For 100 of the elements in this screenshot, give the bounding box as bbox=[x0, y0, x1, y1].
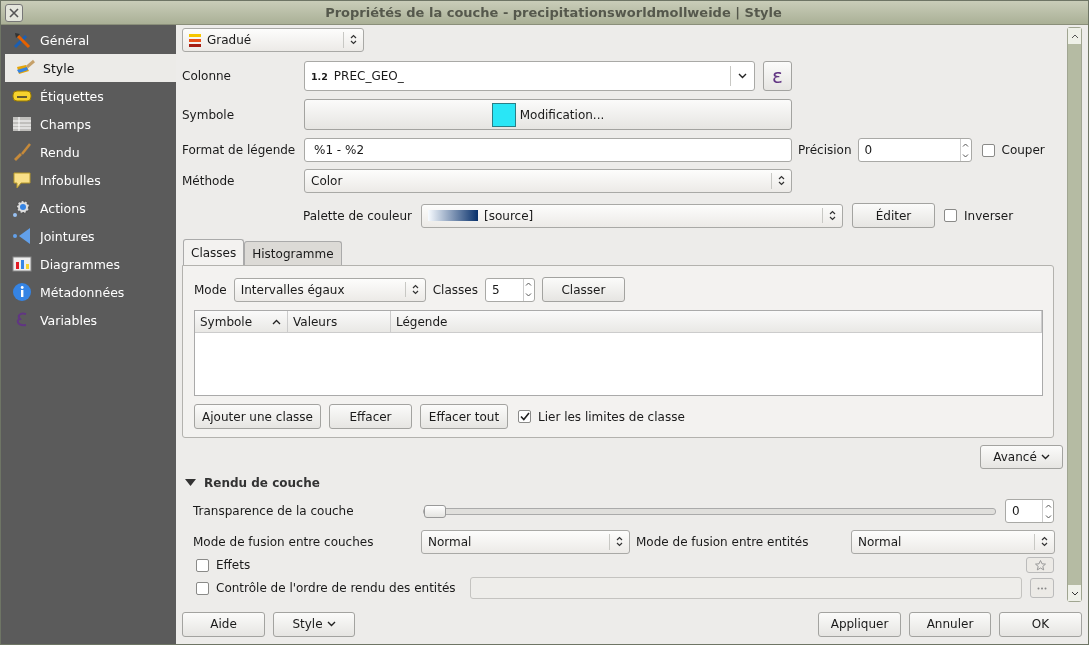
ellipsis-icon bbox=[1037, 586, 1047, 590]
table-icon bbox=[12, 114, 32, 134]
sidebar-item[interactable]: Métadonnées bbox=[5, 278, 176, 306]
mode-label: Mode bbox=[194, 282, 227, 297]
blend-dropdown[interactable]: Normal bbox=[421, 530, 630, 554]
sidebar-item[interactable]: Rendu bbox=[5, 138, 176, 166]
sidebar-item[interactable]: Étiquettes bbox=[5, 82, 176, 110]
sidebar-item[interactable]: Actions bbox=[5, 194, 176, 222]
edit-button[interactable]: Éditer bbox=[852, 203, 935, 228]
blend-dropdown[interactable]: Normal bbox=[851, 530, 1055, 554]
checkbox-label: Inverser bbox=[964, 208, 1014, 223]
sidebar-item[interactable]: Variables bbox=[5, 306, 176, 334]
arrow-icon bbox=[12, 226, 32, 246]
table-action-button[interactable]: Effacer bbox=[329, 404, 412, 429]
spin-down-icon[interactable] bbox=[525, 293, 533, 297]
ok-button[interactable]: OK bbox=[999, 611, 1082, 637]
window-title: Propriétés de la couche - precipitationsworldmollweide | Style bbox=[324, 5, 783, 20]
renderer-dropdown[interactable]: Gradué bbox=[182, 28, 364, 52]
classes-label: Classes bbox=[432, 282, 478, 297]
precision-spinbox[interactable]: 0 bbox=[857, 138, 972, 162]
checkbox[interactable] bbox=[981, 143, 995, 157]
spin-up-icon[interactable] bbox=[525, 282, 533, 286]
spin-up-icon[interactable] bbox=[1044, 503, 1052, 508]
tools-icon bbox=[12, 30, 32, 50]
classes-spinbox[interactable]: 5 bbox=[484, 277, 535, 302]
spin-down-icon[interactable] bbox=[962, 153, 970, 158]
scroll-up-button[interactable] bbox=[1068, 28, 1081, 44]
classify-button[interactable]: Classer bbox=[541, 277, 625, 302]
legend-format-field[interactable]: %1 - %2 bbox=[304, 138, 792, 162]
blend-label: Mode de fusion entre couches bbox=[193, 535, 375, 549]
color-ramp-dropdown[interactable]: [source] bbox=[421, 203, 843, 228]
symbol-label: Symbole bbox=[182, 107, 236, 122]
collapse-triangle-icon[interactable] bbox=[185, 479, 196, 487]
updown-arrows-icon bbox=[778, 175, 785, 187]
caret-icon bbox=[326, 621, 336, 627]
column-header[interactable]: Symbole bbox=[195, 311, 288, 332]
close-icon bbox=[9, 7, 19, 18]
symbol-button[interactable]: Modification... bbox=[304, 99, 792, 130]
checkbox-label: Couper bbox=[1001, 143, 1045, 157]
color-swatch bbox=[491, 102, 516, 127]
blend-label: Mode de fusion entre entités bbox=[636, 535, 810, 549]
order-field[interactable] bbox=[469, 577, 1022, 599]
gear-icon bbox=[12, 198, 32, 218]
method-label: Méthode bbox=[182, 174, 236, 188]
tab[interactable]: Classes bbox=[183, 239, 245, 265]
style-button[interactable]: Style bbox=[273, 611, 355, 637]
slider-thumb[interactable] bbox=[424, 504, 446, 518]
effects-button[interactable] bbox=[1026, 557, 1054, 573]
graduated-icon bbox=[189, 33, 201, 47]
caret-icon bbox=[1040, 454, 1050, 460]
checkbox[interactable] bbox=[196, 558, 209, 572]
checkbox-label: Contrôle de l'ordre de rendu des entités bbox=[216, 581, 456, 595]
info-icon bbox=[12, 282, 32, 302]
star-icon bbox=[1034, 559, 1046, 571]
table-action-button[interactable]: Effacer tout bbox=[420, 404, 508, 429]
mode-dropdown[interactable]: Intervalles égaux bbox=[233, 277, 426, 302]
sidebar-item[interactable]: Infobulles bbox=[5, 166, 176, 194]
method-dropdown[interactable]: Color bbox=[304, 169, 792, 193]
legend-format-label: Format de légende bbox=[182, 143, 297, 157]
spin-up-icon[interactable] bbox=[962, 142, 970, 147]
gradient-icon bbox=[428, 210, 478, 221]
chart-icon bbox=[12, 254, 32, 274]
checkbox[interactable] bbox=[518, 410, 531, 423]
type-label: 1.2 bbox=[311, 70, 328, 82]
checkbox[interactable] bbox=[944, 209, 957, 222]
column-label: Colonne bbox=[182, 69, 232, 83]
precision-label: Précision bbox=[798, 143, 852, 157]
column-dropdown[interactable]: 1.2 PREC_GEO_ bbox=[304, 61, 755, 91]
sidebar-item[interactable]: Diagrammes bbox=[5, 250, 176, 278]
table-action-button[interactable]: Ajouter une classe bbox=[194, 404, 321, 429]
sort-icon bbox=[272, 318, 281, 325]
section-title: Rendu de couche bbox=[204, 476, 320, 490]
help-button[interactable]: Aide bbox=[182, 611, 265, 637]
spin-down-icon[interactable] bbox=[1044, 514, 1052, 519]
sidebar-item[interactable]: Style bbox=[5, 54, 176, 82]
close-button[interactable] bbox=[5, 3, 23, 22]
more-button[interactable] bbox=[1030, 578, 1054, 598]
transparency-label: Transparence de la couche bbox=[193, 504, 355, 518]
sidebar-item[interactable]: Jointures bbox=[5, 222, 176, 250]
cancel-button[interactable]: Annuler bbox=[909, 611, 991, 637]
checkbox-label: Effets bbox=[216, 558, 251, 572]
column-header[interactable]: Légende bbox=[391, 311, 1042, 332]
tab[interactable]: Histogramme bbox=[244, 241, 342, 265]
column-header[interactable]: Valeurs bbox=[288, 311, 391, 332]
scrollbar[interactable] bbox=[1067, 27, 1082, 602]
expression-button[interactable]: ε bbox=[763, 61, 792, 91]
transparency-slider[interactable] bbox=[423, 507, 996, 515]
apply-button[interactable]: Appliquer bbox=[818, 611, 901, 637]
updown-arrows-icon bbox=[350, 34, 357, 46]
brush-icon bbox=[12, 142, 32, 162]
advanced-button[interactable]: Avancé bbox=[980, 445, 1063, 469]
updown-arrows-icon bbox=[1041, 536, 1048, 548]
updown-arrows-icon bbox=[616, 536, 623, 548]
scroll-down-button[interactable] bbox=[1068, 585, 1081, 601]
transparency-spinbox[interactable]: 0 bbox=[1005, 499, 1054, 523]
sidebar-item[interactable]: Général bbox=[5, 26, 176, 54]
sidebar-item[interactable]: Champs bbox=[5, 110, 176, 138]
color-ramp-label: Palette de couleur bbox=[303, 208, 412, 223]
checkbox[interactable] bbox=[196, 581, 209, 595]
updown-arrows-icon bbox=[829, 210, 836, 221]
